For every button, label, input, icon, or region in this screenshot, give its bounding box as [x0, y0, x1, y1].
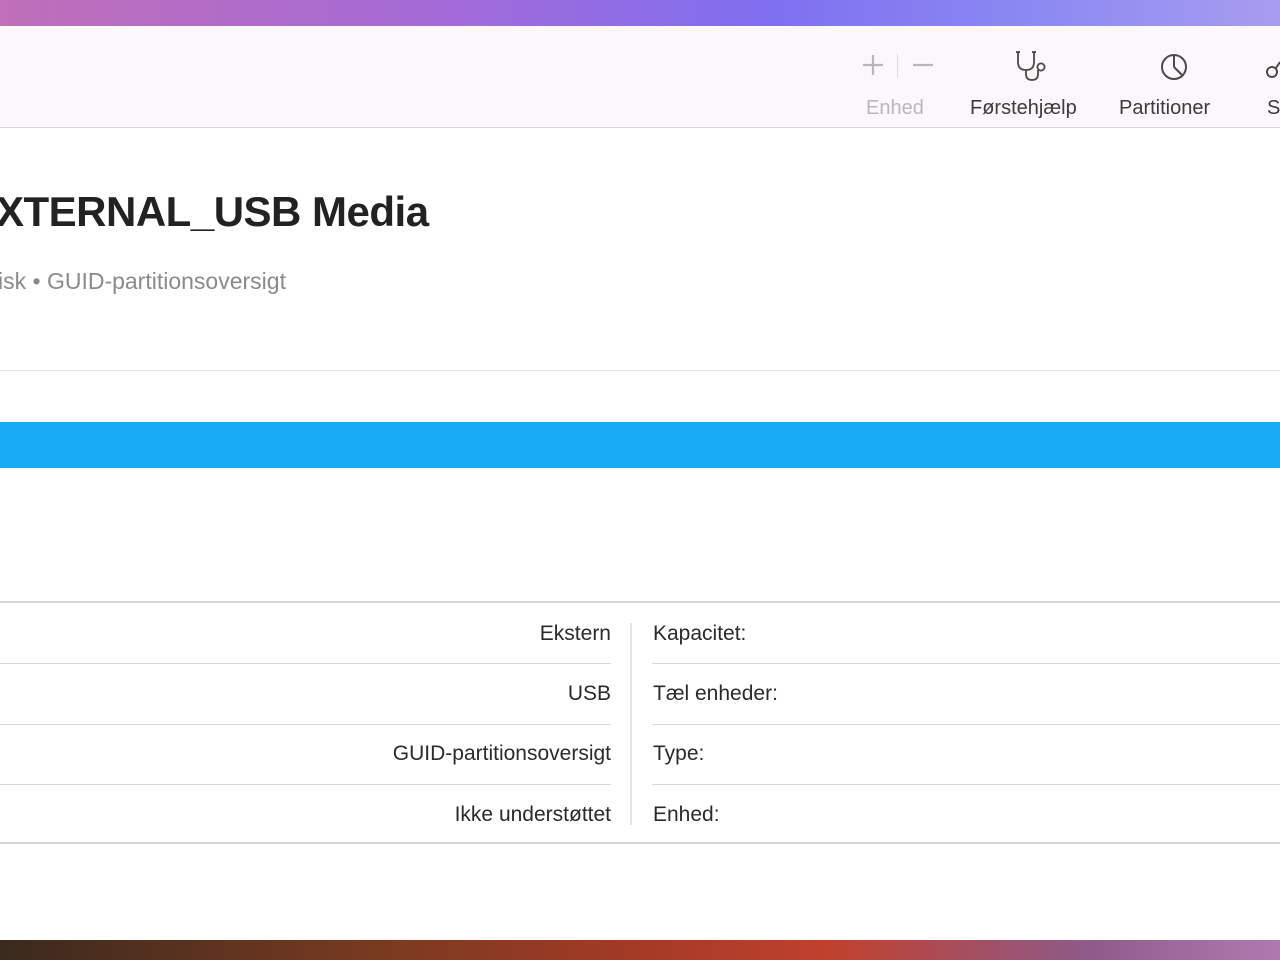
- device-label: Enhed: [866, 97, 924, 119]
- desktop-wallpaper-top: [0, 0, 1280, 26]
- plus-icon: [863, 55, 883, 75]
- child-count-label: Tæl enheder:: [653, 682, 778, 705]
- partition-map-value: GUID-partitionsoversigt: [392, 742, 611, 765]
- disk-subtitle: isk • GUID-partitionsoversigt: [0, 268, 286, 294]
- table-bottom-border: [0, 842, 1280, 844]
- pie-chart-icon: [1161, 54, 1187, 80]
- section-divider: [0, 370, 1280, 371]
- minus-icon: [913, 63, 933, 67]
- location-value: Ekstern: [539, 622, 611, 645]
- row-divider: [0, 663, 611, 664]
- connection-value: USB: [567, 682, 611, 705]
- add-volume-button[interactable]: [856, 48, 890, 82]
- row-divider: [652, 784, 1280, 785]
- partial-icon: [1266, 61, 1280, 78]
- row-divider: [0, 784, 611, 785]
- row-divider: [652, 724, 1280, 725]
- partition-label: Partitioner: [1119, 97, 1211, 119]
- first-aid-button[interactable]: Førstehjælp: [966, 46, 1094, 126]
- partition-button[interactable]: Partitioner: [1114, 46, 1230, 126]
- toolbar: Enhed Førstehjælp Partitioner S: [0, 26, 1280, 128]
- device-label-key: Enhed:: [653, 803, 720, 826]
- disk-info-table: Ekstern Kapacitet: USB Tæl enheder: GUID…: [0, 601, 1280, 844]
- erase-button[interactable]: S: [1262, 46, 1280, 126]
- first-aid-label: Førstehjælp: [970, 97, 1077, 119]
- remove-volume-button[interactable]: [906, 48, 940, 82]
- row-divider: [652, 663, 1280, 664]
- row-divider: [0, 724, 611, 725]
- table-top-border: [0, 601, 1280, 603]
- disk-usage-bar: [0, 422, 1280, 468]
- disk-utility-window: Enhed Førstehjælp Partitioner S XTERNAL_…: [0, 26, 1280, 940]
- erase-label: S: [1267, 97, 1280, 119]
- toolbar-divider: [897, 54, 898, 78]
- stethoscope-icon: [1016, 51, 1046, 81]
- column-divider: [630, 623, 632, 825]
- type-label: Type:: [653, 742, 705, 765]
- capacity-label: Kapacitet:: [653, 622, 747, 645]
- smart-status-value: Ikke understøttet: [454, 803, 611, 826]
- desktop-wallpaper-bottom: [0, 940, 1280, 960]
- disk-title: XTERNAL_USB Media: [0, 188, 429, 235]
